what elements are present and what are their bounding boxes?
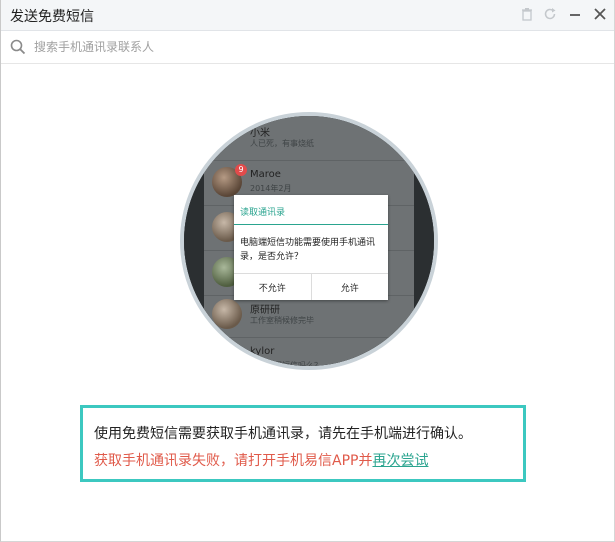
refresh-icon[interactable]	[541, 5, 559, 23]
dialog-divider	[234, 224, 388, 225]
dialog-title: 读取通讯录	[240, 208, 286, 218]
unread-badge: 9	[235, 164, 247, 176]
error-text-prefix: 获取手机通讯录失败，请打开手机易信APP并	[94, 453, 373, 469]
contact-sub: 工作室稍候修完毕	[250, 316, 314, 325]
contact-sub: 人已死，有事烧纸	[250, 139, 314, 148]
avatar	[212, 299, 242, 329]
contact-name: kylor	[250, 346, 275, 357]
status-message-box: 使用免费短信需要获取手机通讯录，请先在手机端进行确认。 获取手机通讯录失败，请打…	[80, 405, 526, 482]
minimize-icon[interactable]	[566, 5, 584, 23]
title-bar: 发送免费短信	[1, 0, 614, 31]
search-icon	[10, 39, 26, 55]
retry-link[interactable]: 再次尝试	[372, 453, 428, 469]
allow-button: 允许	[310, 274, 389, 300]
instruction-text: 使用免费短信需要获取手机通讯录，请先在手机端进行确认。	[94, 426, 472, 442]
close-icon[interactable]	[591, 5, 609, 23]
permission-dialog: 读取通讯录 电脑端短信功能需要使用手机通讯录，是否允许？ 不允许 允许	[234, 195, 388, 300]
search-input[interactable]	[34, 37, 594, 57]
permission-illustration: 小米 人已死，有事烧纸 9 Maroe 2014年2月 原研研 工作室稍候修完毕…	[180, 112, 438, 370]
error-text: 获取手机通讯录失败，请打开手机易信APP并再次尝试	[94, 450, 428, 470]
contact-name: 小米	[250, 128, 270, 139]
deny-button: 不允许	[258, 283, 286, 294]
window-title: 发送免费短信	[10, 9, 94, 25]
list-item: kylor 我可以回短信吗么？	[204, 338, 414, 370]
search-bar	[1, 31, 614, 64]
send-free-sms-window: 发送免费短信 小米 人已死，有事烧纸 9 Maroe	[0, 0, 615, 542]
contact-name: Maroe	[250, 169, 281, 180]
list-item: 小米 人已死，有事烧纸	[204, 116, 414, 161]
contact-sub: 2014年2月	[250, 184, 292, 193]
contact-sub: 我可以回短信吗么？	[250, 361, 322, 370]
dialog-body: 电脑端短信功能需要使用手机通讯录，是否允许？	[240, 238, 376, 262]
trash-icon[interactable]	[518, 5, 536, 23]
contact-name: 原研研	[250, 305, 280, 316]
